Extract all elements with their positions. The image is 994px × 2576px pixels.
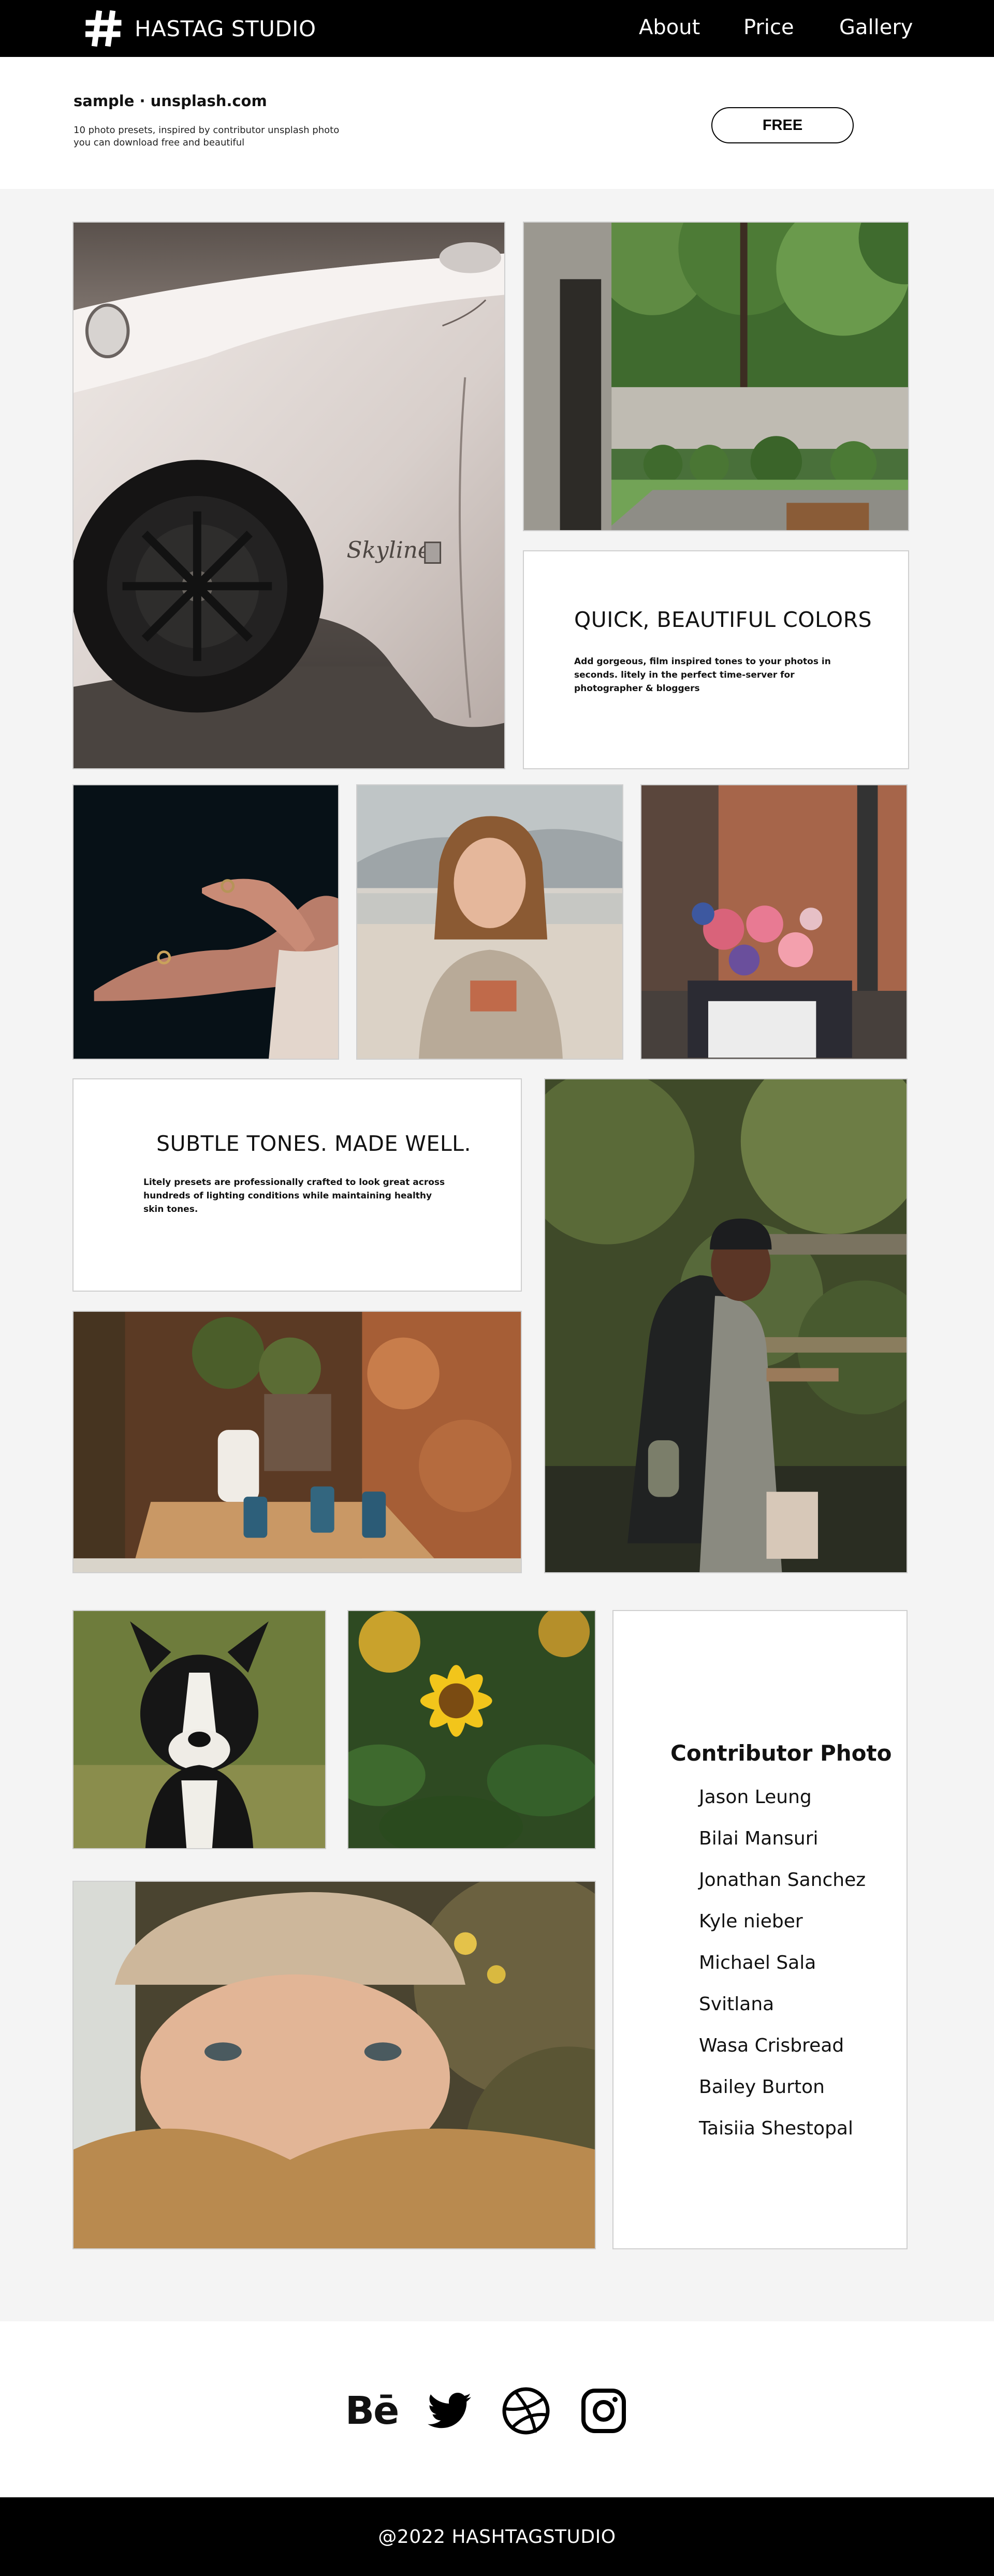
twitter-icon[interactable]: [423, 2385, 475, 2437]
sample-description: 10 photo presets, inspired by contributo…: [74, 125, 340, 148]
contributor-name[interactable]: Bailey Burton: [699, 2074, 866, 2116]
sunflower-illustration: [348, 1611, 595, 1848]
card-quick-colors: QUICK, BEAUTIFUL COLORS Add gorgeous, fi…: [523, 550, 909, 769]
photo-woman-beanie[interactable]: [72, 1881, 596, 2249]
behance-icon[interactable]: Bē: [345, 2385, 400, 2437]
flowers-illustration: [641, 785, 907, 1059]
brand-name: HASTAG STUDIO: [135, 16, 316, 41]
instagram-icon[interactable]: [578, 2385, 630, 2437]
card-contributors: Contributor Photo Jason Leung Bilai Mans…: [612, 1610, 908, 2249]
sample-title: sample · unsplash.com: [74, 92, 267, 110]
brand[interactable]: HASTAG STUDIO: [85, 10, 316, 47]
card-colors-body: Add gorgeous, film inspired tones to you…: [574, 656, 831, 694]
portrait-illustration: [74, 1882, 595, 2248]
card-colors-heading: QUICK, BEAUTIFUL COLORS: [574, 607, 872, 632]
contributor-name[interactable]: Michael Sala: [699, 1950, 866, 1992]
photo-classic-car[interactable]: Skyline: [72, 222, 505, 769]
contributor-name[interactable]: Jonathan Sanchez: [699, 1867, 866, 1909]
garden-illustration: [524, 223, 908, 530]
nav-link-price[interactable]: Price: [743, 16, 794, 39]
contributor-name[interactable]: Taisiia Shestopal: [699, 2116, 866, 2157]
dribbble-icon[interactable]: [500, 2385, 552, 2437]
contributor-name[interactable]: Svitlana: [699, 1992, 866, 2033]
car-illustration: Skyline: [74, 223, 504, 768]
photo-hands-rings[interactable]: [72, 784, 339, 1060]
photo-boston-terrier[interactable]: [72, 1610, 326, 1849]
contributor-name[interactable]: Bilai Mansuri: [699, 1826, 866, 1867]
social-links: Bē: [0, 2321, 994, 2497]
top-nav: HASTAG STUDIO About Price Gallery: [0, 0, 994, 57]
photo-hiker-backpack[interactable]: [544, 1078, 908, 1573]
preset-header: sample · unsplash.com 10 photo presets, …: [0, 57, 994, 189]
copyright-text: @2022 HASHTAGSTUDIO: [378, 2526, 616, 2548]
photo-tray-glasses[interactable]: [72, 1311, 522, 1573]
contributors-list: Jason Leung Bilai Mansuri Jonathan Sanch…: [699, 1784, 866, 2157]
contributor-name[interactable]: Jason Leung: [699, 1784, 866, 1826]
contributor-name[interactable]: Wasa Crisbread: [699, 2033, 866, 2074]
contributors-title: Contributor Photo: [670, 1740, 892, 1766]
nav-link-gallery[interactable]: Gallery: [839, 16, 913, 39]
contributor-name[interactable]: Kyle nieber: [699, 1909, 866, 1950]
hiker-illustration: [545, 1079, 907, 1572]
photo-building-garden[interactable]: [523, 222, 909, 531]
photo-flower-basket[interactable]: [640, 784, 908, 1060]
tray-illustration: [74, 1312, 521, 1572]
behance-text: Bē: [345, 2389, 400, 2433]
car-badge: Skyline: [346, 537, 431, 564]
photo-woman-beach[interactable]: [356, 784, 623, 1060]
hands-illustration: [74, 785, 338, 1059]
photo-sunflower[interactable]: [347, 1610, 596, 1849]
footer: @2022 HASHTAGSTUDIO: [0, 2497, 994, 2576]
card-subtle-tones: SUBTLE TONES. MADE WELL. Litely presets …: [72, 1078, 522, 1292]
hashtag-logo-icon: [85, 10, 122, 47]
card-tones-heading: SUBTLE TONES. MADE WELL.: [156, 1131, 472, 1156]
dog-illustration: [74, 1611, 325, 1848]
free-download-button[interactable]: FREE: [711, 107, 854, 143]
nav-link-about[interactable]: About: [639, 16, 700, 39]
woman-illustration: [357, 785, 622, 1059]
card-tones-body: Litely presets are professionally crafte…: [143, 1177, 445, 1214]
